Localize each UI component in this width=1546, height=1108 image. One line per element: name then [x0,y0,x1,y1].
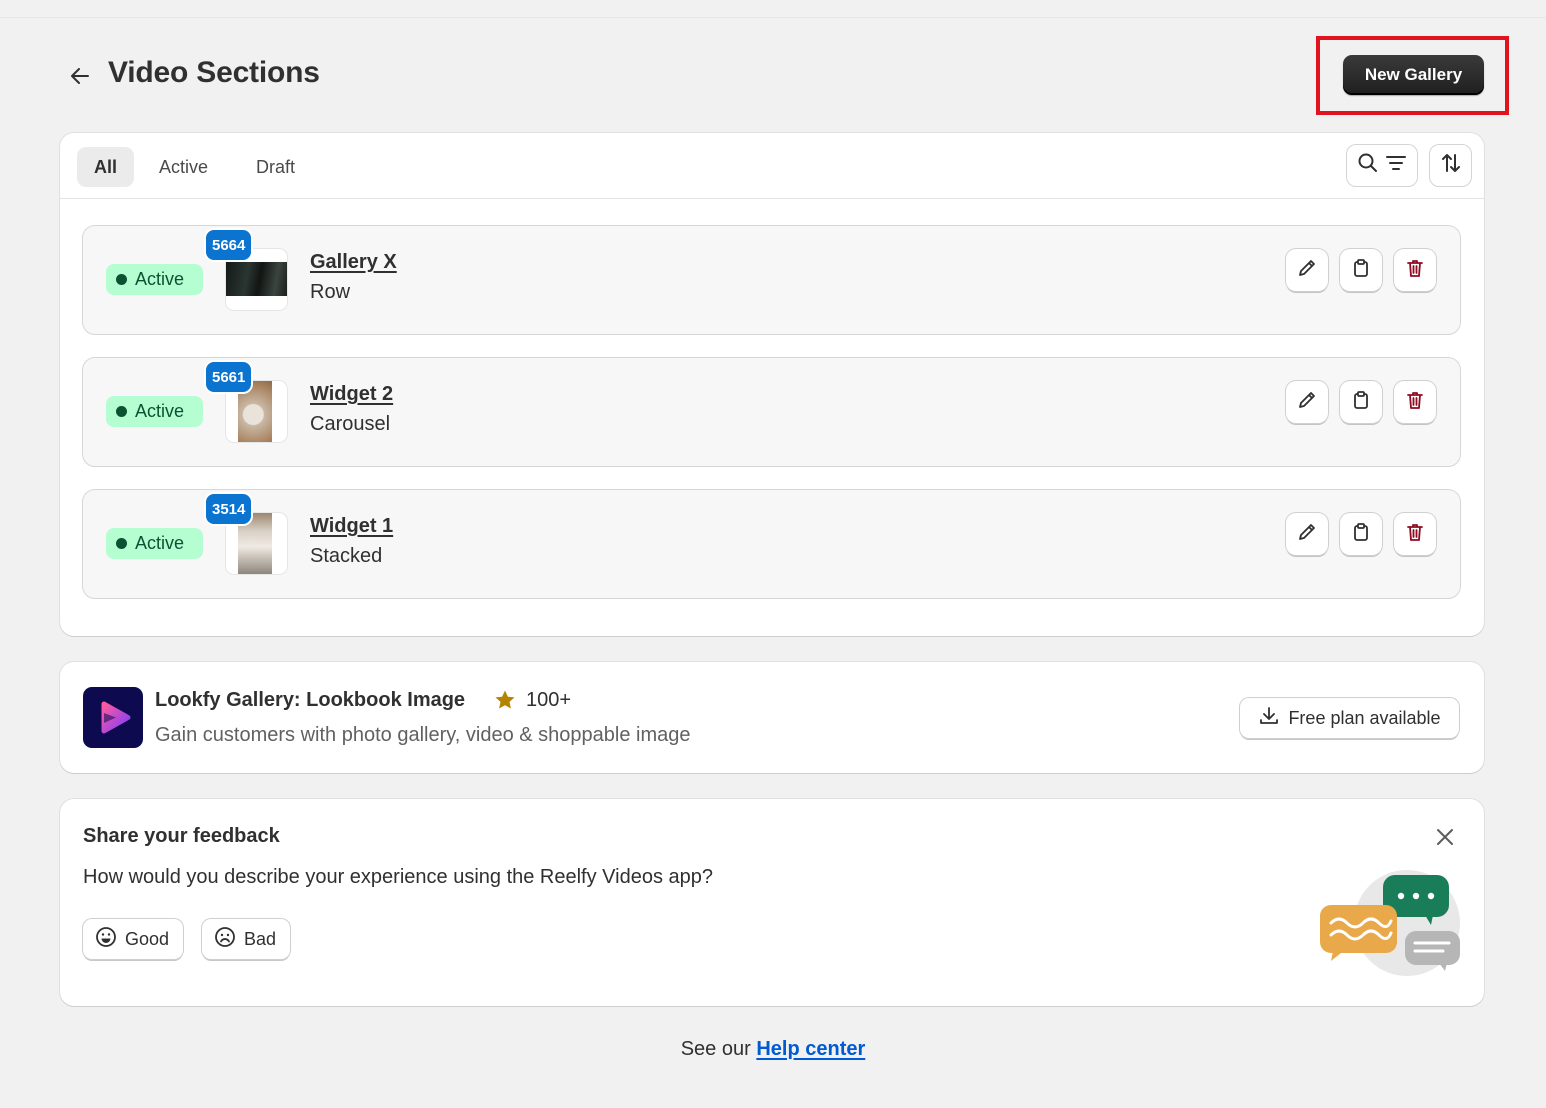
search-filter-button[interactable] [1347,145,1417,186]
feedback-card: Share your feedback How would you descri… [60,799,1484,1006]
promo-description: Gain customers with photo gallery, video… [155,724,691,746]
star-icon [493,688,517,717]
top-divider [0,17,1546,18]
good-label: Good [125,928,170,949]
pencil-icon [1296,521,1318,548]
promo-app-name: Lookfy Gallery: Lookbook Image [155,689,466,711]
lookfy-logo-icon [83,687,143,748]
free-plan-button[interactable]: Free plan available [1240,698,1459,738]
new-gallery-button[interactable]: New Gallery [1343,55,1484,95]
good-feedback-button[interactable]: Good [83,919,184,959]
status-dot-icon [116,538,127,549]
chat-bubbles-illustration [1317,867,1467,979]
footer-prefix: See our [680,1038,751,1060]
tab-draft[interactable]: Draft [239,147,312,187]
bad-label: Bad [244,928,277,949]
footer: See our Help center [0,1038,1546,1061]
pencil-icon [1296,257,1318,284]
gallery-name-link[interactable]: Widget 2 [310,383,393,406]
copy-button[interactable] [1340,513,1382,555]
frown-icon [214,926,236,953]
gallery-name-link[interactable]: Widget 1 [310,515,393,538]
filter-icon [1385,152,1407,179]
edit-button[interactable] [1286,381,1328,423]
close-icon[interactable] [1433,825,1457,849]
trash-icon [1404,521,1426,548]
download-icon [1258,705,1280,732]
gallery-layout: Carousel [310,413,391,435]
promo-rating-count: 100+ [526,689,572,711]
gallery-list-card: All Active Draft Active 5664 Gallery X R [60,133,1484,636]
copy-button[interactable] [1340,381,1382,423]
clipboard-icon [1350,521,1372,548]
gallery-row: Active 5661 Widget 2 Carousel [83,358,1460,466]
page-header: Video Sections [60,52,1484,100]
gallery-name-link[interactable]: Gallery X [310,251,397,274]
gallery-id-badge: 5661 [206,362,252,392]
status-badge: Active [106,396,203,427]
feedback-question: How would you describe your experience u… [83,866,714,888]
page-title: Video Sections [108,56,320,89]
gallery-row: Active 3514 Widget 1 Stacked [83,490,1460,598]
edit-button[interactable] [1286,513,1328,555]
delete-button[interactable] [1394,513,1436,555]
tab-all[interactable]: All [77,147,135,187]
gallery-id-badge: 5664 [206,230,252,260]
delete-button[interactable] [1394,381,1436,423]
free-plan-label: Free plan available [1288,707,1441,728]
status-label: Active [135,269,185,289]
feedback-title: Share your feedback [83,825,280,847]
help-center-link[interactable]: Help center [756,1038,865,1060]
copy-button[interactable] [1340,249,1382,291]
gallery-row: Active 5664 Gallery X Row [83,226,1460,334]
edit-button[interactable] [1286,249,1328,291]
status-label: Active [135,401,185,421]
sort-icon [1440,152,1462,179]
clipboard-icon [1350,389,1372,416]
search-icon [1357,152,1379,179]
tabs-bar: All Active Draft [60,133,1484,199]
bad-feedback-button[interactable]: Bad [202,919,291,959]
sort-button[interactable] [1430,145,1471,186]
gallery-id-badge: 3514 [206,494,252,524]
smile-icon [95,926,117,953]
back-arrow-icon[interactable] [66,62,94,90]
tab-active[interactable]: Active [142,147,225,187]
status-label: Active [135,533,185,553]
delete-button[interactable] [1394,249,1436,291]
trash-icon [1404,257,1426,284]
pencil-icon [1296,389,1318,416]
app-promo-card: Lookfy Gallery: Lookbook Image 100+ Gain… [60,662,1484,773]
clipboard-icon [1350,257,1372,284]
gallery-layout: Row [310,281,351,303]
trash-icon [1404,389,1426,416]
status-dot-icon [116,406,127,417]
status-badge: Active [106,528,203,559]
gallery-layout: Stacked [310,545,383,567]
status-badge: Active [106,264,203,295]
status-dot-icon [116,274,127,285]
